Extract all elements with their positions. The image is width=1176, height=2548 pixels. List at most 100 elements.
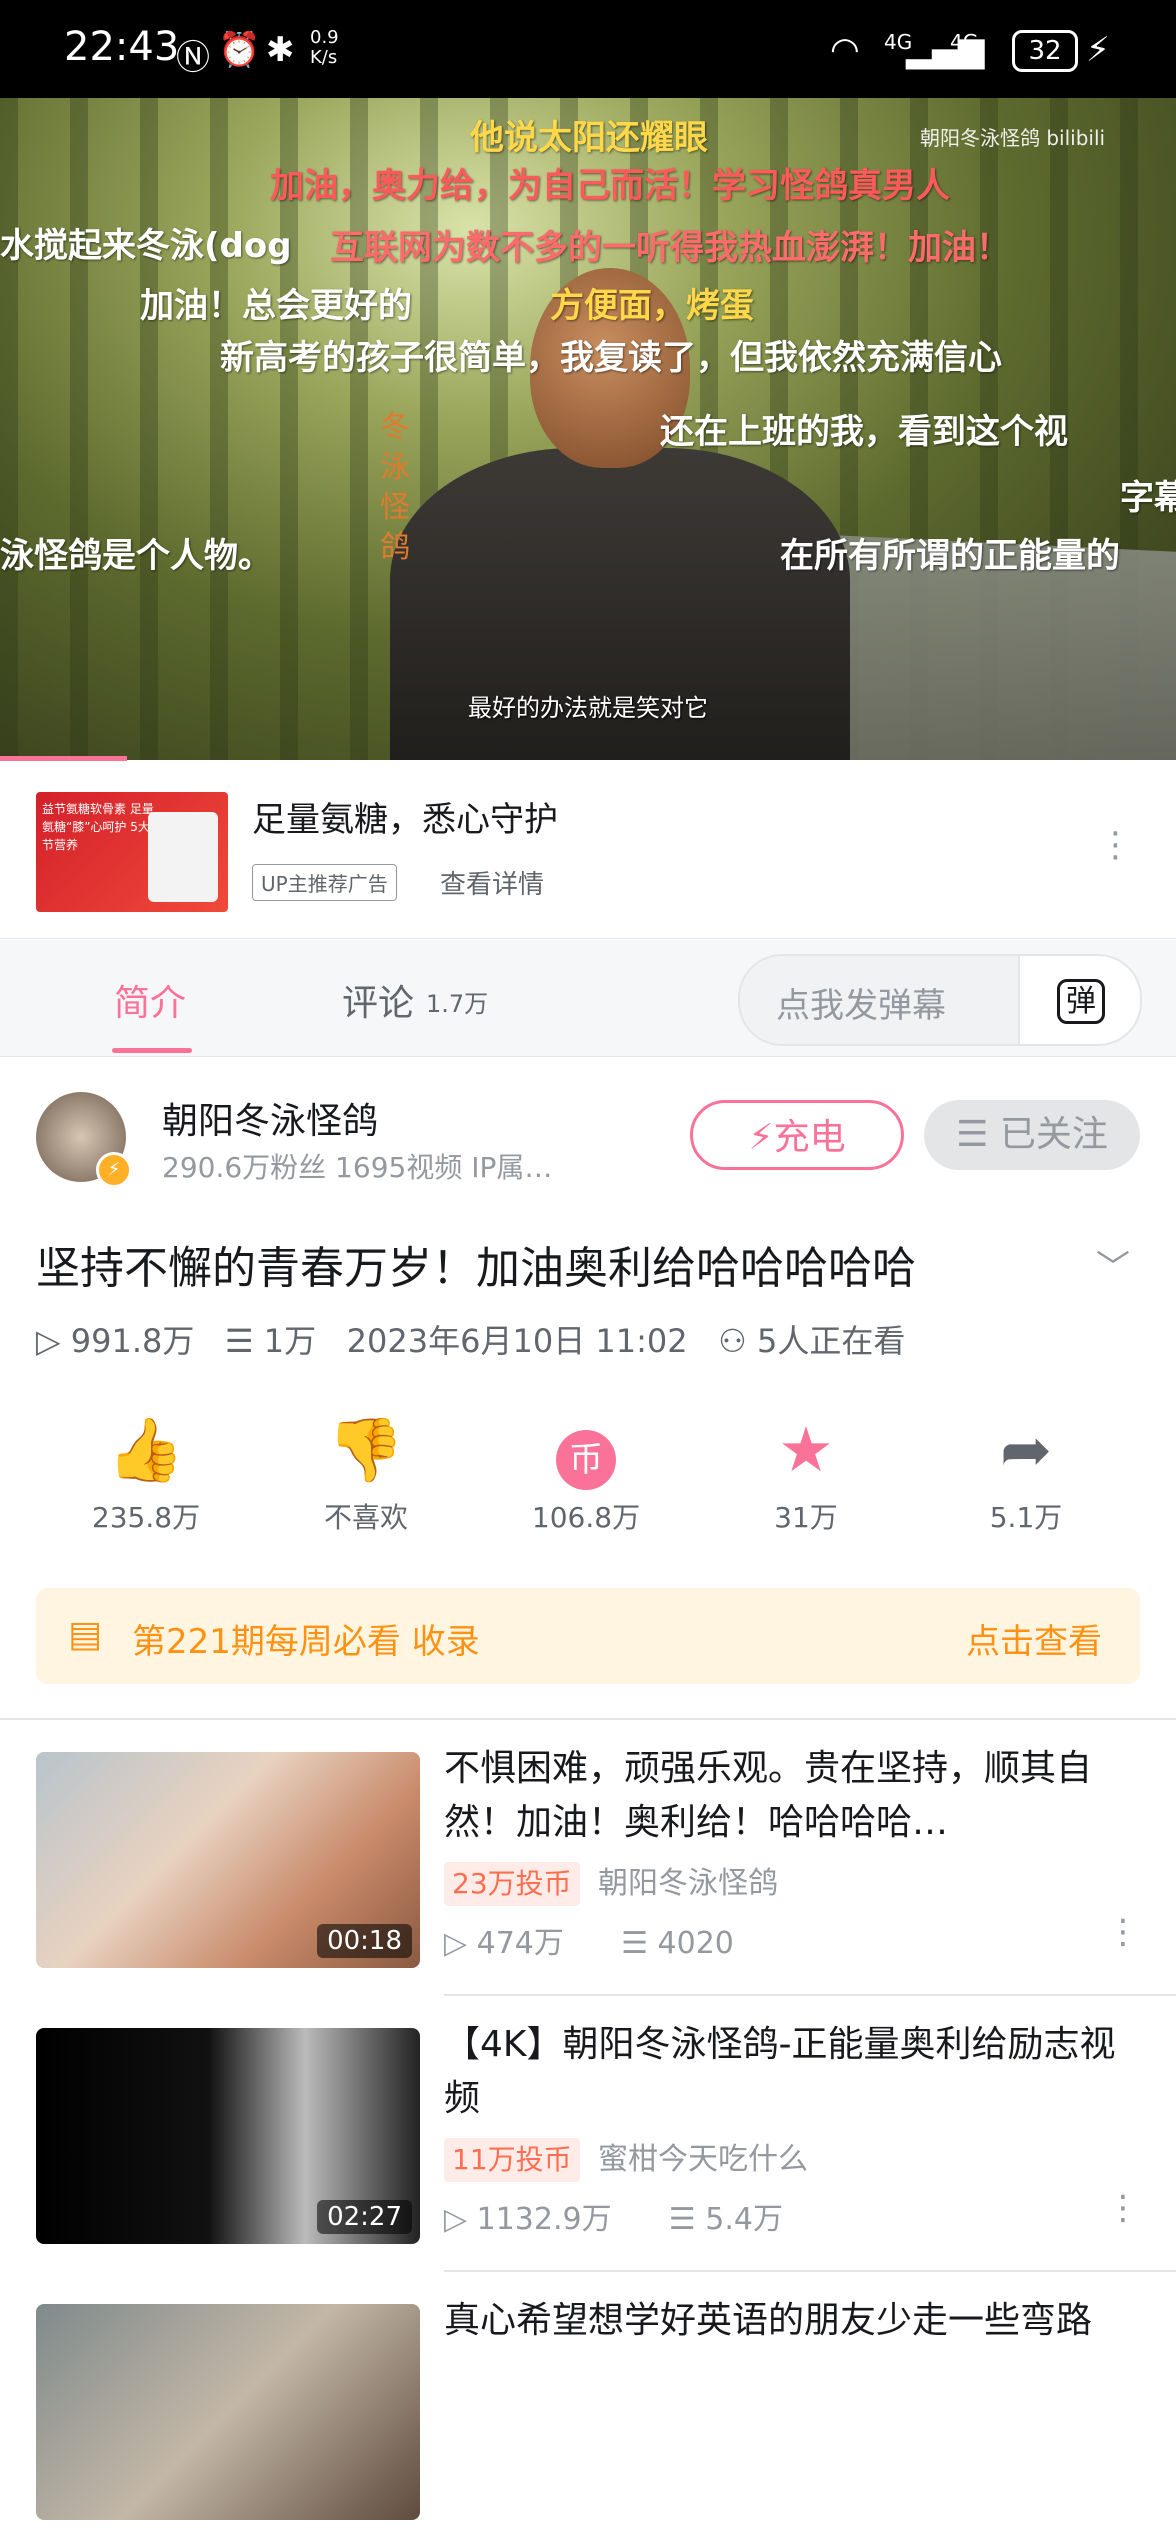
- ad-thumbnail[interactable]: 益节氨糖软骨素 足量氨糖“膝”心呵护 5大关节营养: [36, 792, 228, 912]
- related-video-item[interactable]: 00:18 不惧困难，顽强乐观。贵在坚持，顺其自然！加油！奥利给！哈哈哈哈… 23万…: [0, 1720, 1176, 1996]
- coin-badge: 23万投币: [444, 1862, 580, 1906]
- author-stats: 290.6万粉丝 1695视频 IP属…: [162, 1151, 553, 1184]
- related-video-stats: ▷ 474万 ☰ 4020: [444, 1918, 734, 1962]
- related-video-item[interactable]: 02:27 【4K】朝阳冬泳怪鸽-正能量奥利给励志视频 11万投币 蜜柑今天吃什么 ▷ …: [0, 1996, 1176, 2272]
- thumb-down-icon: 👎: [327, 1413, 405, 1486]
- video-progress-bar[interactable]: [0, 756, 1176, 761]
- comments-count[interactable]: 1.7万: [426, 984, 488, 1019]
- author-name[interactable]: 朝阳冬泳怪鸽: [162, 1092, 378, 1144]
- more-icon[interactable]: · · ·: [1110, 817, 1121, 875]
- video-subtitle: 最好的办法就是笑对它: [468, 694, 708, 722]
- tab-comments[interactable]: 评论: [342, 974, 414, 1026]
- danmaku-toggle-button[interactable]: 弹: [1018, 956, 1140, 1044]
- ad-title[interactable]: 足量氨糖，悉心守护: [252, 792, 558, 841]
- more-icon[interactable]: ⋮: [1106, 2188, 1140, 2228]
- status-bar: 22:43 Ⓝ ⏰ ✱ 0.9 K/s ◠ 4G ▂▄▆ 4G 32 ⚡: [0, 0, 1176, 98]
- action-label: 不喜欢: [323, 1501, 408, 1534]
- action-label: 106.8万: [531, 1501, 641, 1534]
- video-duration: 00:18: [317, 1924, 412, 1958]
- ad-detail-link[interactable]: 查看详情: [440, 864, 544, 901]
- view-count: 991.8万: [70, 1322, 195, 1360]
- watching-icon: ⚇: [718, 1322, 747, 1360]
- video-thumbnail[interactable]: 02:27: [36, 2028, 420, 2244]
- related-view-count: 1132.9万: [476, 2202, 612, 2237]
- video-thumbnail[interactable]: [36, 2304, 420, 2520]
- related-view-count: 474万: [476, 1926, 564, 1961]
- coin-icon: 币: [496, 1410, 676, 1490]
- publish-date: 2023年6月10日 11:02: [346, 1322, 688, 1360]
- danmaku-comment: 加油！总会更好的: [140, 286, 412, 326]
- related-video-title[interactable]: 真心希望想学好英语的朋友少走一些弯路: [444, 2294, 1124, 2348]
- action-label: 5.1万: [989, 1501, 1063, 1534]
- danmaku-comment: 在所有所谓的正能量的: [780, 536, 1120, 576]
- star-button[interactable]: ★ 31万: [716, 1410, 896, 1536]
- tab-bar: 简介 评论 1.7万 点我发弹幕 弹: [0, 940, 1176, 1057]
- danmaku-input[interactable]: 点我发弹幕 弹: [738, 954, 1142, 1046]
- nfc-icon: Ⓝ: [176, 38, 210, 78]
- related-video-title[interactable]: 【4K】朝阳冬泳怪鸽-正能量奥利给励志视频: [444, 2018, 1124, 2126]
- signal-2-label: 4G: [950, 30, 979, 54]
- danmaku-count-icon: ☰: [224, 1322, 254, 1360]
- video-thumbnail[interactable]: 00:18: [36, 1752, 420, 1968]
- more-icon[interactable]: ⋮: [1106, 1912, 1140, 1952]
- danmaku-comment: 字幕: [1120, 478, 1176, 518]
- thumb-down-button[interactable]: 👎 不喜欢: [276, 1410, 456, 1536]
- video-duration: 02:27: [317, 2200, 412, 2234]
- related-danmaku-count: 5.4万: [705, 2202, 783, 2237]
- network-speed: 0.9 K/s: [310, 27, 339, 68]
- thumb-up-button[interactable]: 👍 235.8万: [56, 1410, 236, 1536]
- danmaku-comment: 还在上班的我，看到这个视: [660, 412, 1068, 452]
- uploader-name[interactable]: 朝阳冬泳怪鸽: [598, 1862, 778, 1906]
- danmaku-input-placeholder: 点我发弹幕: [776, 986, 946, 1026]
- related-danmaku-count: 4020: [657, 1926, 734, 1961]
- battery-level: 32: [1012, 30, 1078, 72]
- play-count-icon: ▷: [444, 2202, 477, 2237]
- thumb-up-icon: 👍: [107, 1413, 185, 1486]
- ad-card[interactable]: 益节氨糖软骨素 足量氨糖“膝”心呵护 5大关节营养 足量氨糖，悉心守护 UP主推…: [0, 762, 1176, 939]
- uploader-name[interactable]: 蜜柑今天吃什么: [598, 2138, 808, 2182]
- share-button[interactable]: ➦ 5.1万: [936, 1410, 1116, 1536]
- danmaku-icon: 弹: [1057, 979, 1105, 1024]
- video-meta: ▷ 991.8万 ☰ 1万 2023年6月10日 11:02 ⚇ 5人正在看: [36, 1316, 905, 1362]
- follow-button[interactable]: ☰ 已关注: [924, 1100, 1140, 1170]
- danmaku-count-icon: ☰: [611, 2202, 706, 2237]
- weekly-text: 第221期每周必看 收录: [132, 1622, 480, 1662]
- action-label: 235.8万: [91, 1501, 201, 1534]
- danmaku-layer: 他说太阳还耀眼加油，奥力给，为自己而活！学习怪鸽真男人水搅起来冬泳(dog 互联网…: [0, 98, 1176, 760]
- video-title: 坚持不懈的青春万岁！加油奥利给哈哈哈哈哈: [36, 1243, 916, 1294]
- danmaku-count-icon: ☰: [563, 1926, 658, 1961]
- action-label: 31万: [774, 1501, 838, 1534]
- video-player[interactable]: 冬泳怪鸽 朝阳冬泳怪鸽 bilibili 他说太阳还耀眼 加油，奥力给，为自己而活…: [0, 98, 1176, 760]
- lightning-badge-icon: ⚡: [96, 1152, 132, 1188]
- danmaku-comment: 加油，奥力给，为自己而活！学习怪鸽真男人: [270, 166, 950, 206]
- watching-count: 5人正在看: [756, 1322, 906, 1360]
- related-video-item[interactable]: 真心希望想学好英语的朋友少走一些弯路: [0, 2272, 1176, 2548]
- danmaku-comment: 互联网为数不多的一听得我热血澎湃！加油！: [330, 228, 1010, 268]
- danmaku-comment: 他说太阳还耀眼: [470, 118, 708, 158]
- ad-tag: UP主推荐广告: [252, 864, 397, 901]
- play-count-icon: ▷: [36, 1322, 61, 1360]
- weekly-banner[interactable]: ▤ 第221期每周必看 收录 点击查看: [36, 1588, 1140, 1684]
- chevron-down-icon[interactable]: ﹀: [1096, 1240, 1130, 1289]
- star-icon: ★: [778, 1413, 834, 1486]
- charging-icon: ⚡: [1086, 30, 1110, 70]
- ad-product-image: [148, 812, 218, 902]
- charge-button[interactable]: ⚡充电: [690, 1100, 904, 1170]
- danmaku-comment: 水搅起来冬泳(dog: [0, 226, 292, 266]
- wifi-icon: ◠: [830, 30, 860, 70]
- coin-button[interactable]: 币 106.8万: [496, 1410, 676, 1536]
- weekly-link[interactable]: 点击查看: [966, 1614, 1102, 1663]
- video-progress-fill: [0, 756, 127, 761]
- tab-intro[interactable]: 简介: [114, 974, 186, 1026]
- danmaku-comment: 方便面，烤蛋: [550, 286, 754, 326]
- related-video-stats: ▷ 1132.9万 ☰ 5.4万: [444, 2194, 783, 2238]
- coin-badge: 11万投币: [444, 2138, 580, 2182]
- alarm-icon: ⏰: [218, 30, 261, 70]
- share-icon: ➦: [1000, 1413, 1052, 1486]
- danmaku-count: 1万: [263, 1322, 317, 1360]
- bluetooth-icon: ✱: [266, 30, 295, 70]
- clock: 22:43: [64, 24, 180, 70]
- related-video-title[interactable]: 不惧困难，顽强乐观。贵在坚持，顺其自然！加油！奥利给！哈哈哈哈…: [444, 1742, 1124, 1850]
- danmaku-comment: 新高考的孩子很简单，我复读了，但我依然充满信心: [220, 338, 1002, 378]
- calendar-icon: ▤: [68, 1614, 103, 1655]
